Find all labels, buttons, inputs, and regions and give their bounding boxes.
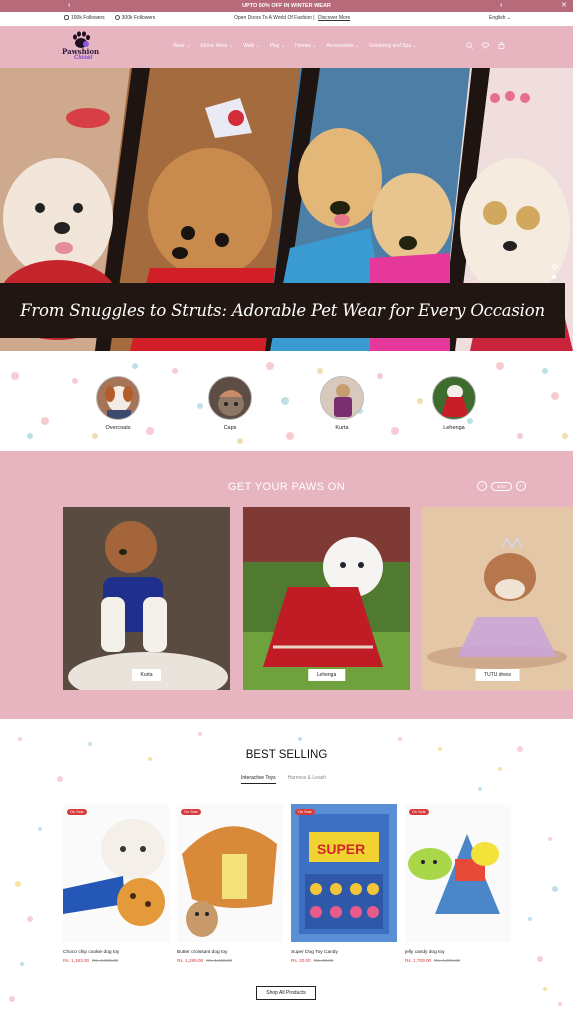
paw-pattern-background (11, 362, 568, 444)
nav-item-ethnic-wear[interactable]: Ethnic Wear ⌄ (200, 43, 233, 49)
product-name[interactable]: Super Dog Toy Candy (291, 950, 397, 955)
announcement-bar: ‹ UPTO 50% OFF IN WINTER WEAR › ✕ (0, 0, 573, 12)
card-image (243, 507, 410, 690)
card-label: Lehenga (307, 669, 346, 681)
product-image: On Sale (63, 804, 169, 942)
product-name[interactable]: Butter croissant dog toy (177, 950, 283, 955)
chevron-down-icon: ⌄ (184, 43, 191, 49)
product-old-price: Rs. 1,460.00 (206, 958, 233, 963)
nav-item-walk[interactable]: Walk ⌄ (243, 43, 260, 49)
product-image: SUPER On Sale (291, 804, 397, 942)
nav-item-grooming[interactable]: Grooming and Spa ⌄ (369, 43, 417, 49)
category-caps[interactable]: Caps (200, 376, 260, 431)
chevron-down-icon: ⌄ (411, 43, 417, 49)
announcement-prev-icon[interactable]: ‹ (68, 0, 70, 12)
tab-harness-leash[interactable]: Harness & Leash (288, 775, 326, 784)
product-card[interactable]: On Sale jelly candy dog toy Rs. 1,709.00… (405, 804, 511, 963)
hero-dot[interactable] (552, 275, 556, 279)
category-label: Kurta (335, 425, 349, 431)
search-icon[interactable] (466, 42, 473, 49)
facebook-icon (114, 15, 120, 20)
product-old-price: Rs. 30.00 (313, 958, 334, 963)
category-strip: Overcoats Caps Kurta Lehenga (0, 351, 573, 451)
nav-item-wear[interactable]: Wear ⌄ (173, 43, 190, 49)
facebook-followers: 300k Followers (121, 15, 156, 21)
product-price: Rs. 20.00 (291, 958, 311, 963)
chevron-down-icon: ⌄ (310, 43, 317, 49)
sale-badge: On Sale (295, 809, 315, 815)
hero-dot-active[interactable] (552, 264, 557, 269)
sale-badge: On Sale (181, 809, 201, 815)
tab-interactive-toys[interactable]: Interactive Toys (241, 775, 276, 784)
best-selling-section: BEST SELLING Interactive Toys Harness & … (0, 719, 573, 1024)
category-label: Lehenga (443, 425, 465, 431)
facebook-link[interactable]: 300k Followers (114, 15, 156, 21)
featured-card-kurta[interactable]: Kurta (63, 507, 230, 690)
product-image: On Sale (405, 804, 511, 942)
category-image (208, 376, 252, 420)
nav-item-accessories[interactable]: Accessories ⌄ (327, 43, 360, 49)
nav-item-play[interactable]: Play ⌄ (270, 43, 285, 49)
featured-card-lehenga[interactable]: Lehenga (243, 507, 410, 690)
logo[interactable]: Pawshion Closet (62, 29, 100, 65)
card-image (63, 507, 230, 690)
product-price: Rs. 1,163.00 (63, 958, 90, 963)
product-image: On Sale (177, 804, 283, 942)
category-lehenga[interactable]: Lehenga (424, 376, 484, 431)
language-select[interactable]: English ⌄ (489, 15, 511, 21)
featured-section: GET YOUR PAWS ON ‹ 1/10 › Kurta Lehenga (0, 451, 573, 719)
pager-count: 1/10 (491, 481, 512, 491)
chevron-down-icon: ⌄ (254, 43, 260, 49)
site-header: Pawshion Closet Wear ⌄ Ethnic Wear ⌄ Wal… (0, 26, 573, 68)
instagram-link[interactable]: 100k Followers (64, 15, 105, 21)
wishlist-heart-icon[interactable] (482, 42, 489, 49)
instagram-followers: 100k Followers (71, 15, 105, 21)
product-old-price: Rs. 1,299.00 (92, 958, 119, 963)
main-nav: Wear ⌄ Ethnic Wear ⌄ Walk ⌄ Play ⌄ Homes… (173, 43, 427, 49)
announcement-text[interactable]: UPTO 50% OFF IN WINTER WEAR (242, 3, 331, 9)
chevron-down-icon: ⌄ (353, 43, 360, 49)
category-kurta[interactable]: Kurta (312, 376, 372, 431)
category-image (96, 376, 140, 420)
chevron-down-icon: ⌄ (227, 43, 234, 49)
product-old-price: Rs. 1,899.00 (434, 958, 461, 963)
product-card[interactable]: SUPER On Sale Super Dog Toy Candy Rs. 20… (291, 804, 397, 963)
instagram-icon (64, 15, 69, 20)
category-image (320, 376, 364, 420)
logo-subtext: Closet (74, 55, 93, 61)
nav-item-homes[interactable]: Homes ⌄ (295, 43, 316, 49)
product-tabs: Interactive Toys Harness & Leash (241, 775, 326, 784)
product-card[interactable]: On Sale Butter croissant dog toy Rs. 1,2… (177, 804, 283, 963)
category-image (432, 376, 476, 420)
hero-caption: From Snuggles to Struts: Adorable Pet We… (20, 301, 545, 320)
section-title: BEST SELLING (245, 749, 328, 761)
card-label: TUTU dress (475, 669, 520, 681)
product-name[interactable]: Choco chip cookie dog toy (63, 950, 169, 955)
product-price: Rs. 1,299.00 (177, 958, 204, 963)
close-icon[interactable]: ✕ (561, 0, 567, 12)
utility-bar: 100k Followers 300k Followers Open Doors… (0, 12, 573, 26)
discover-more-link[interactable]: Discover More (318, 15, 350, 21)
next-arrow-icon[interactable]: › (515, 481, 526, 491)
announcement-next-icon[interactable]: › (500, 0, 502, 12)
featured-card-tutu-dress[interactable]: TUTU dress (422, 507, 573, 690)
prev-arrow-icon[interactable]: ‹ (477, 481, 487, 491)
sale-badge: On Sale (409, 809, 429, 815)
product-name[interactable]: jelly candy dog toy (405, 950, 511, 955)
svg-text:SUPER: SUPER (317, 841, 365, 857)
tagline: Open Doors To A World Of Fashion | (234, 15, 315, 21)
product-card[interactable]: On Sale Choco chip cookie dog toy Rs. 1,… (63, 804, 169, 963)
category-label: Overcoats (105, 425, 131, 431)
card-label: Kurta (131, 669, 162, 681)
category-overcoats[interactable]: Overcoats (88, 376, 148, 431)
product-price: Rs. 1,709.00 (405, 958, 432, 963)
category-label: Caps (223, 425, 237, 431)
cart-bag-icon[interactable] (498, 42, 505, 49)
sale-badge: On Sale (67, 809, 87, 815)
card-image (422, 507, 573, 690)
featured-pager: ‹ 1/10 › (477, 481, 526, 491)
shop-all-products-button[interactable]: Shop All Products (256, 986, 316, 1000)
chevron-down-icon: ⌄ (279, 43, 286, 49)
